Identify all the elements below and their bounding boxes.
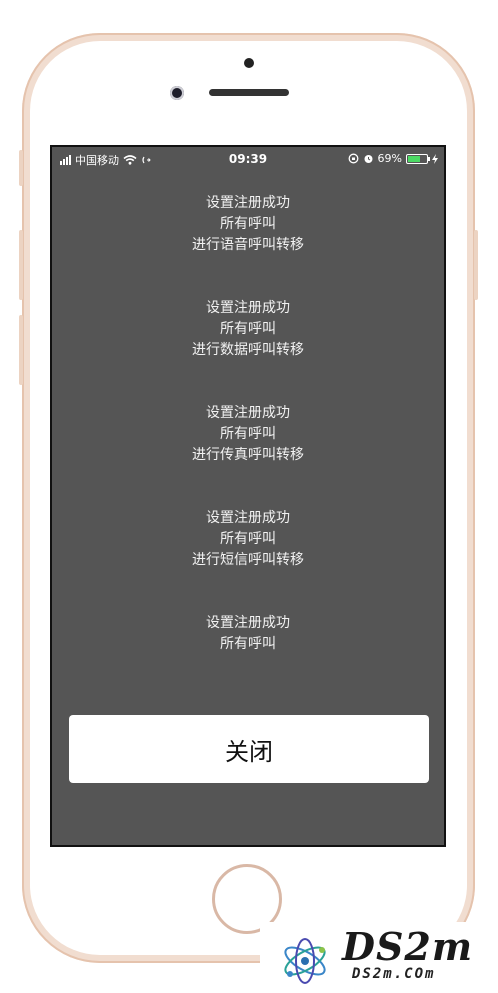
rotation-lock-icon [348,153,358,164]
message-list: 设置注册成功 所有呼叫 进行语音呼叫转移 设置注册成功 所有呼叫 进行数据呼叫转… [52,193,444,661]
message-line: 进行传真呼叫转移 [192,447,304,463]
front-camera [170,86,184,100]
proximity-sensor [244,58,254,68]
watermark-title: DS2m [342,924,474,969]
message-item: 设置注册成功 所有呼叫 进行传真呼叫转移 [52,403,444,466]
battery-percent: 69% [377,152,402,165]
message-line: 进行短信呼叫转移 [192,552,304,568]
message-line: 所有呼叫 [220,636,276,652]
message-line: 设置注册成功 [206,300,290,316]
volume-down-button [19,315,23,385]
message-item: 设置注册成功 所有呼叫 进行短信呼叫转移 [52,508,444,571]
status-right: 69% [348,152,438,165]
volume-up-button [19,230,23,300]
message-line: 所有呼叫 [220,531,276,547]
message-line: 所有呼叫 [220,426,276,442]
close-button[interactable]: 关闭 [69,715,429,783]
status-bar: 中国移动 09:39 69% [52,147,444,173]
message-line: 设置注册成功 [206,615,290,631]
message-item: 设置注册成功 所有呼叫 进行语音呼叫转移 [52,193,444,256]
message-line: 进行数据呼叫转移 [192,342,304,358]
message-line: 所有呼叫 [220,321,276,337]
earpiece-speaker [209,89,289,96]
message-line: 设置注册成功 [206,195,290,211]
message-item: 设置注册成功 所有呼叫 [52,613,444,655]
alarm-icon [364,155,373,163]
watermark: DS2m DS2m.COm [260,922,498,993]
message-line: 进行语音呼叫转移 [192,237,304,253]
message-line: 设置注册成功 [206,405,290,421]
message-line: 所有呼叫 [220,216,276,232]
message-line: 设置注册成功 [206,510,290,526]
phone-screen: 中国移动 09:39 69% 设置注册成功 所有呼叫 进行语音呼叫转移 设置注册… [50,145,446,847]
battery-icon [406,153,430,164]
power-button [474,230,478,300]
atom-logo-icon [284,938,326,984]
watermark-subtitle: DS2m.COm [352,966,436,982]
message-item: 设置注册成功 所有呼叫 进行数据呼叫转移 [52,298,444,361]
mute-switch [19,150,23,186]
charging-icon [432,153,438,164]
